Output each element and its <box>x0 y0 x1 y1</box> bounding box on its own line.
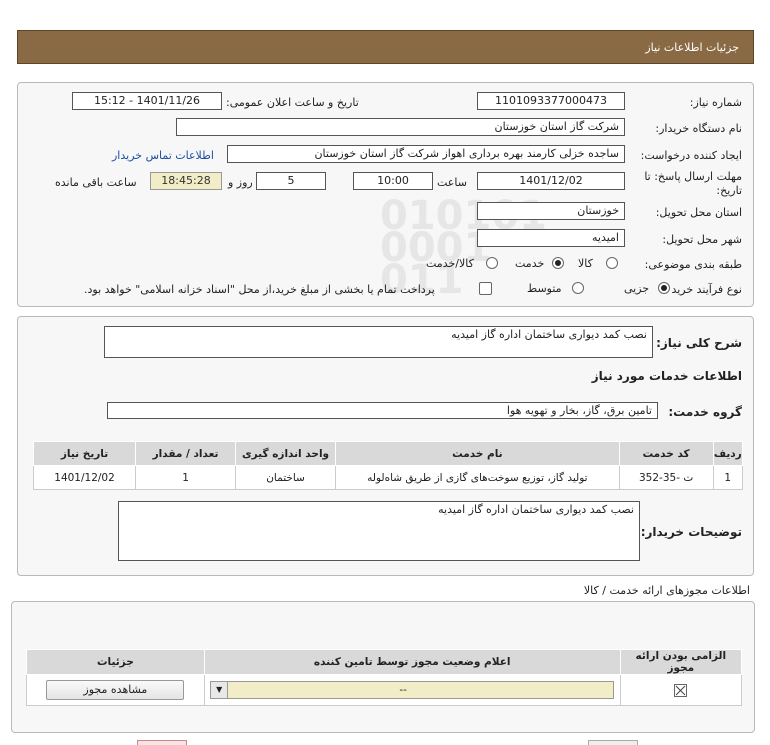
col-permit-details: جزئیات <box>26 649 205 675</box>
table-row: 1 ت -35-352 تولید گاز، توزیع سوخت‌های گا… <box>32 465 744 490</box>
permit-status-cell: -- ▼ <box>203 674 621 706</box>
requester-field: ساجده خزلی کارمند بهره برداری اهواز شرکت… <box>227 145 625 163</box>
requester-label: ایجاد کننده درخواست: <box>640 149 742 162</box>
services-table: ردیف کد خدمت نام خدمت واحد اندازه گیری ت… <box>32 441 744 490</box>
deadline-time-field: 10:00 <box>353 172 433 190</box>
city-field: امیدیه <box>477 229 625 247</box>
province-field: خوزستان <box>477 202 625 220</box>
remaining-time-field: 18:45:28 <box>150 172 222 190</box>
need-number-label: شماره نیاز: <box>689 96 742 109</box>
permit-status-select[interactable]: -- ▼ <box>210 681 615 699</box>
announce-field: 1401/11/26 - 15:12 <box>72 92 222 110</box>
process-label: نوع فرآیند خرید : <box>664 283 742 296</box>
need-number-field: 1101093377000473 <box>477 92 625 110</box>
cell-unit: ساختمان <box>235 465 337 490</box>
deadline-time-label: ساعت <box>437 176 467 189</box>
buyer-notes-label: توضیحات خریدار: <box>640 525 742 539</box>
cell-service-code: ت -35-352 <box>618 465 714 490</box>
city-label: شهر محل تحویل: <box>662 233 742 246</box>
deadline-label: مهلت ارسال پاسخ: تا تاریخ: <box>644 170 742 198</box>
cross-icon <box>675 685 686 695</box>
services-table-header: ردیف کد خدمت نام خدمت واحد اندازه گیری ت… <box>32 441 744 466</box>
category-option-goods: کالا <box>578 257 593 270</box>
permit-row: -- ▼ مشاهده مجوز <box>26 674 743 706</box>
deadline-label-line-2: تاریخ: <box>716 184 742 197</box>
deadline-label-line-1: مهلت ارسال پاسخ: تا <box>644 170 742 183</box>
buyer-org-field: شرکت گاز استان خوزستان <box>176 118 625 136</box>
cell-quantity: 1 <box>135 465 237 490</box>
process-option-minor: جزیی <box>624 282 650 295</box>
col-service-code: کد خدمت <box>618 441 714 466</box>
category-option-goods-service: کالا/خدمت <box>426 257 474 270</box>
page-title: جزئیات اطلاعات نیاز <box>645 41 739 54</box>
process-option-medium: متوسط <box>527 282 562 295</box>
category-radio-service[interactable] <box>552 257 564 269</box>
treasury-payment-checkbox[interactable] <box>479 282 492 295</box>
chevron-down-icon[interactable]: ▼ <box>211 682 229 698</box>
col-unit: واحد اندازه گیری <box>235 441 337 466</box>
permits-title: اطلاعات مجوزهای ارائه خدمت / کالا <box>583 584 750 597</box>
summary-label: شرح کلی نیاز: <box>656 336 742 350</box>
buyer-org-label: نام دستگاه خریدار: <box>655 122 742 135</box>
page-header: جزئیات اطلاعات نیاز <box>17 30 754 64</box>
col-need-date: تاریخ نیاز <box>32 441 137 466</box>
category-radio-goods[interactable] <box>606 257 618 269</box>
view-permit-button[interactable]: مشاهده مجوز <box>46 680 185 700</box>
col-service-name: نام خدمت <box>335 441 620 466</box>
bottom-button-left[interactable] <box>137 740 187 745</box>
announce-label: تاریخ و ساعت اعلان عمومی: <box>226 96 359 109</box>
days-label: روز و <box>228 176 253 189</box>
col-permit-status: اعلام وضعیت مجوز توسط تامین کننده <box>203 649 621 675</box>
cell-service-name: تولید گاز، توزیع سوخت‌های گازی از طریق ش… <box>335 465 620 490</box>
province-label: استان محل تحویل: <box>655 206 742 219</box>
treasury-payment-note: پرداخت تمام یا بخشی از مبلغ خرید،از محل … <box>84 283 435 296</box>
services-section-title: اطلاعات خدمات مورد نیاز <box>591 369 742 383</box>
buyer-contact-link[interactable]: اطلاعات تماس خریدار <box>112 149 214 162</box>
category-radio-goods-service[interactable] <box>486 257 498 269</box>
permits-table: الزامی بودن ارائه مجوز اعلام وضعیت مجوز … <box>26 649 743 706</box>
cell-need-date: 1401/12/02 <box>32 465 137 490</box>
process-radio-minor[interactable] <box>658 282 670 294</box>
category-option-service: خدمت <box>515 257 545 270</box>
bottom-button-right[interactable] <box>588 740 638 745</box>
remaining-time-label: ساعت باقی مانده <box>55 176 137 189</box>
service-group-field: تامین برق، گاز، بخار و تهویه هوا <box>107 402 658 419</box>
days-field: 5 <box>256 172 326 190</box>
deadline-date-field: 1401/12/02 <box>477 172 625 190</box>
permit-required-cell <box>619 674 743 706</box>
permit-status-value: -- <box>399 684 407 696</box>
col-quantity: تعداد / مقدار <box>135 441 237 466</box>
permit-details-cell: مشاهده مجوز <box>26 674 205 706</box>
col-permit-required: الزامی بودن ارائه مجوز <box>619 649 743 675</box>
process-radio-medium[interactable] <box>572 282 584 294</box>
category-label: طبقه بندی موضوعی: <box>644 258 742 271</box>
summary-field: نصب کمد دیواری ساختمان اداره گاز امیدیه <box>104 326 653 358</box>
cell-row: 1 <box>712 465 744 490</box>
permit-required-checkbox <box>674 683 688 697</box>
permits-table-header: الزامی بودن ارائه مجوز اعلام وضعیت مجوز … <box>26 649 743 675</box>
service-group-label: گروه خدمت: <box>668 405 742 419</box>
col-row: ردیف <box>712 441 744 466</box>
buyer-notes-field: نصب کمد دیواری ساختمان اداره گاز امیدیه <box>118 501 640 561</box>
